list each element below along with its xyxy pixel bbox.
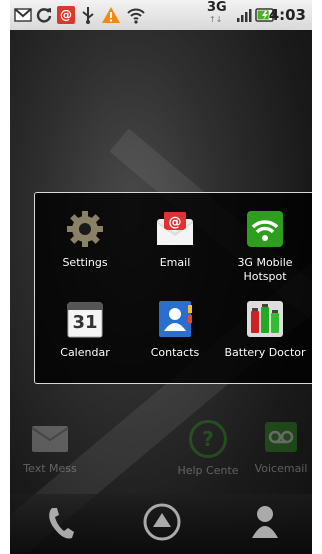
app-battery-doctor[interactable]: Battery Doctor <box>220 299 310 360</box>
app-contacts[interactable]: Contacts <box>130 299 220 360</box>
contacts-icon <box>155 299 195 339</box>
app-settings[interactable]: Settings <box>40 209 130 270</box>
sync-icon <box>35 5 53 25</box>
contacts-person-icon[interactable] <box>250 504 280 544</box>
status-bar[interactable]: @ 3G ↑↓ 4:03 <box>10 0 312 31</box>
dock-app-messaging[interactable]: Text Mess <box>10 420 90 475</box>
app-label: Calendar <box>60 346 110 359</box>
app-label: Contacts <box>150 346 200 359</box>
hotspot-icon <box>245 209 285 249</box>
app-label: Settings <box>62 256 108 269</box>
email-notification-icon: @ <box>56 5 76 25</box>
help-icon: ? <box>189 420 227 458</box>
bottom-dock-bar <box>10 494 312 554</box>
app-folder: Settings @ Email 3G Mobile Hotspot 31 Ca… <box>34 192 312 384</box>
app-label: Help Cente <box>177 464 239 477</box>
app-email[interactable]: @ Email <box>130 209 220 270</box>
usb-icon <box>80 5 96 25</box>
app-label: Voicemail <box>254 462 308 475</box>
email-icon: @ <box>155 209 195 249</box>
launcher-icon[interactable] <box>142 502 182 546</box>
app-label: 3G Mobile Hotspot <box>237 256 293 283</box>
app-label: Battery Doctor <box>224 346 306 359</box>
calendar-day: 31 <box>72 312 98 333</box>
clock: 4:03 <box>268 6 306 24</box>
calendar-icon: 31 <box>65 299 105 339</box>
gear-icon <box>65 209 105 249</box>
signal-strength-icon <box>236 5 252 25</box>
network-type: 3G ↑↓ <box>207 0 227 24</box>
messaging-icon <box>30 420 70 456</box>
app-label: Text Mess <box>23 462 77 475</box>
app-hotspot[interactable]: 3G Mobile Hotspot <box>220 209 310 284</box>
wifi-icon <box>126 5 146 25</box>
gmail-icon <box>14 5 32 25</box>
svg-text:@: @ <box>60 8 72 22</box>
svg-text:@: @ <box>169 215 182 230</box>
app-calendar[interactable]: 31 Calendar <box>40 299 130 360</box>
voicemail-icon <box>261 420 301 456</box>
warning-icon <box>101 5 121 25</box>
phone-icon[interactable] <box>46 506 76 546</box>
dock-app-help-center[interactable]: ? Help Cente <box>168 420 248 477</box>
phone-screen: @ 3G ↑↓ 4:03 Settings @ Email 3G Mobile … <box>10 0 312 554</box>
dock-app-voicemail[interactable]: Voicemail <box>241 420 312 475</box>
app-label: Email <box>159 256 191 269</box>
battery-doctor-icon <box>245 299 285 339</box>
